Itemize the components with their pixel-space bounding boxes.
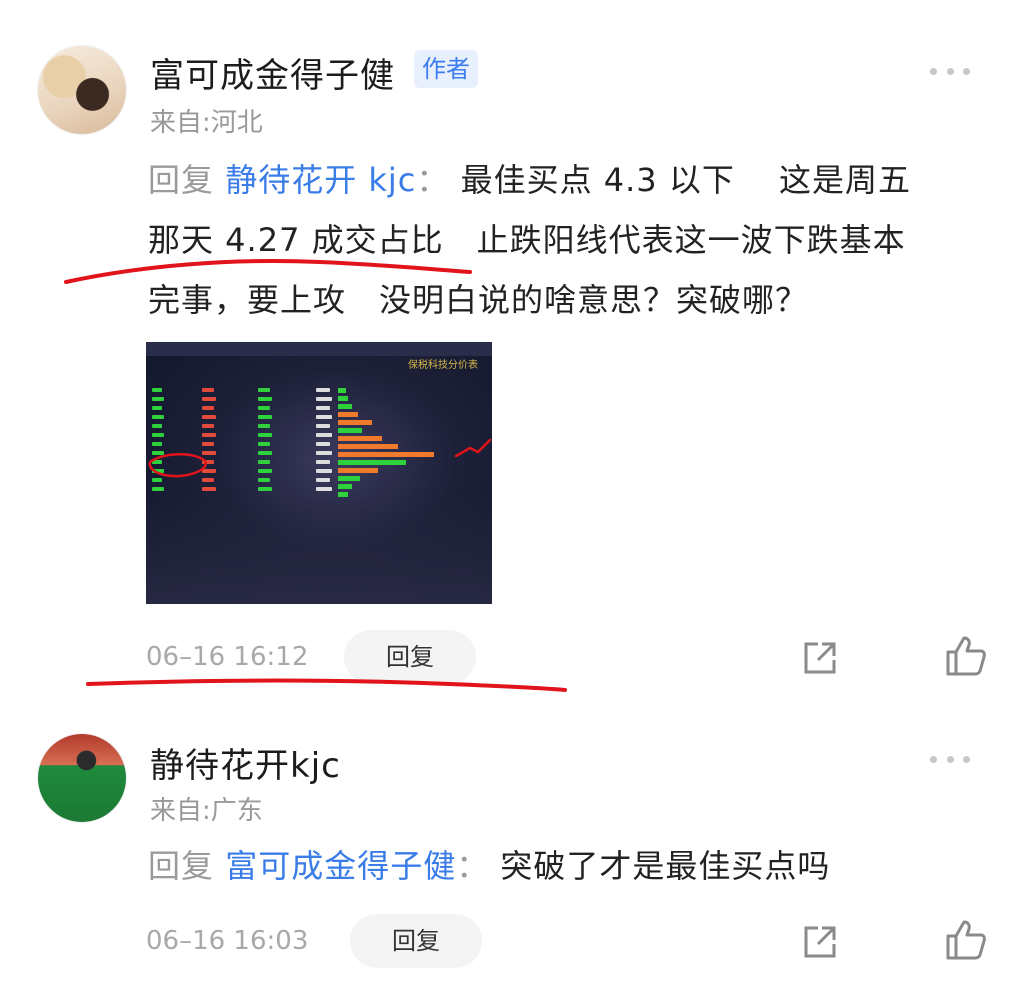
image-topbar — [146, 342, 492, 356]
more-horizontal-icon[interactable] — [930, 754, 970, 764]
image-title: 保税科技分价表 — [408, 360, 478, 371]
count-column — [258, 388, 276, 496]
attached-image[interactable]: 保税科技分价表 — [146, 342, 492, 604]
separator: ： — [416, 161, 450, 199]
amount-column — [316, 388, 334, 496]
comment-text: 回复 富可成金得子健： 突破了才是最佳买点吗 — [148, 836, 988, 896]
reply-button[interactable]: 回复 — [344, 630, 476, 684]
mention-link[interactable]: 富可成金得子健 — [225, 847, 456, 885]
volume-column — [202, 388, 220, 496]
comment-text: 回复 静待花开 kjc： 最佳买点 4.3 以下 这是周五 那天 4.27 成交… — [148, 150, 988, 330]
separator: ： — [456, 847, 490, 885]
reply-prefix: 回复 — [148, 161, 215, 199]
thumbs-up-icon[interactable] — [944, 918, 988, 962]
mention-link[interactable]: 静待花开 kjc — [225, 161, 416, 199]
location-label: 来自:河北 — [150, 108, 263, 138]
timestamp: 06–16 16:03 — [146, 926, 309, 956]
thumbs-up-icon[interactable] — [944, 634, 988, 678]
reply-button[interactable]: 回复 — [350, 914, 482, 968]
reply-prefix: 回复 — [148, 847, 215, 885]
author-badge: 作者 — [414, 50, 478, 88]
user-name[interactable]: 富可成金得子健 — [150, 48, 395, 97]
location-label: 来自:广东 — [150, 796, 263, 826]
comment-text-line: 最佳买点 4.3 以下 这是周五 — [460, 161, 911, 199]
avatar[interactable] — [38, 46, 126, 134]
comment-text-line: 完事，要上攻 没明白说的啥意思？突破哪？ — [148, 281, 809, 319]
user-name[interactable]: 静待花开kjc — [150, 738, 341, 787]
timestamp: 06–16 16:12 — [146, 642, 309, 672]
more-horizontal-icon[interactable] — [930, 66, 970, 76]
avatar[interactable] — [38, 734, 126, 822]
share-icon[interactable] — [798, 636, 842, 680]
volume-bars — [338, 388, 448, 500]
comment-text-line: 那天 4.27 成交占比 止跌阳线代表这一波下跌基本 — [148, 221, 906, 259]
annotation-underline — [86, 678, 567, 692]
comment-text-line: 突破了才是最佳买点吗 — [500, 847, 831, 885]
image-shadow — [146, 494, 492, 604]
share-icon[interactable] — [798, 920, 842, 964]
price-column — [152, 388, 170, 496]
